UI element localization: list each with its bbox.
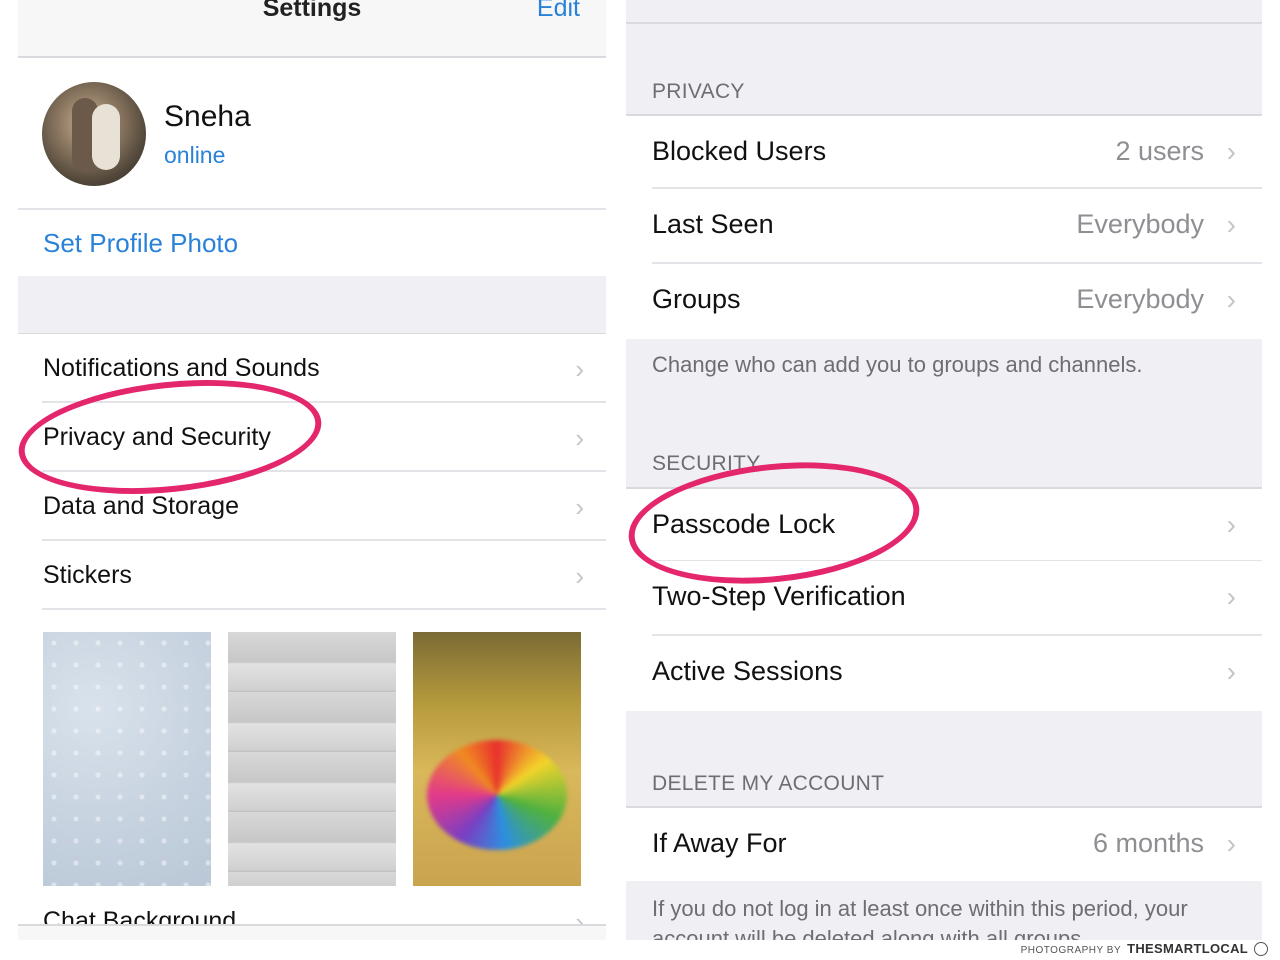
watermark-logo-icon <box>1254 942 1268 956</box>
chevron-right-icon: › <box>575 354 584 384</box>
row-label: Blocked Users <box>652 136 827 166</box>
umbrella-image <box>427 740 567 850</box>
chevron-right-icon: › <box>1226 828 1236 859</box>
menu-item-stickers[interactable]: Stickers › <box>18 541 606 610</box>
set-profile-photo-link[interactable]: Set Profile Photo <box>43 228 238 259</box>
menu-item-label: Stickers <box>43 561 132 589</box>
chevron-right-icon: › <box>1226 581 1236 612</box>
chevron-right-icon: › <box>575 423 584 453</box>
tab-bar[interactable] <box>18 924 606 940</box>
chevron-right-icon: › <box>1226 509 1236 540</box>
chat-background-previews[interactable] <box>18 610 606 895</box>
row-value: Everybody <box>1076 209 1204 239</box>
row-active-sessions[interactable]: Active Sessions › <box>626 636 1262 711</box>
chevron-right-icon: › <box>1226 136 1236 167</box>
watermark-brand: THESMARTLOCAL <box>1127 941 1248 956</box>
menu-item-label: Data and Storage <box>43 492 239 520</box>
row-value: Everybody <box>1076 284 1204 314</box>
section-gap <box>18 276 606 334</box>
chevron-right-icon: › <box>1226 209 1236 240</box>
avatar[interactable] <box>42 82 146 186</box>
row-blocked-users[interactable]: Blocked Users 2 users › <box>626 114 1262 189</box>
profile-row[interactable]: Sneha online <box>18 58 606 208</box>
chevron-right-icon: › <box>1226 656 1236 687</box>
chevron-right-icon: › <box>575 492 584 522</box>
row-label: Last Seen <box>652 209 774 239</box>
watermark-prefix: PHOTOGRAPHY BY <box>1020 945 1122 956</box>
watermark: PHOTOGRAPHY BY THESMARTLOCAL <box>1021 940 1268 956</box>
navigation-bar: Settings Edit <box>18 0 606 58</box>
chevron-right-icon: › <box>1226 284 1236 315</box>
edit-button[interactable]: Edit <box>537 0 580 23</box>
profile-name: Sneha <box>164 100 251 133</box>
row-label: Two-Step Verification <box>652 581 906 611</box>
divider <box>626 22 1262 24</box>
delete-account-footer-note: If you do not log in at least once withi… <box>652 896 1188 940</box>
row-if-away-for[interactable]: If Away For 6 months › <box>626 806 1262 881</box>
wallpaper-umbrella-thumbnail[interactable] <box>413 632 581 886</box>
chevron-right-icon: › <box>575 561 584 591</box>
privacy-security-screen: PRIVACY Blocked Users 2 users › Last See… <box>626 0 1262 940</box>
row-label: Active Sessions <box>652 656 843 686</box>
row-label: Groups <box>652 284 741 314</box>
row-value: 6 months <box>1092 828 1204 858</box>
page-title: Settings <box>262 0 362 22</box>
set-profile-photo-row[interactable]: Set Profile Photo <box>18 208 606 276</box>
row-value: 2 users <box>1115 136 1204 166</box>
row-label: If Away For <box>652 828 787 858</box>
wallpaper-wood-thumbnail[interactable] <box>228 632 396 886</box>
row-groups[interactable]: Groups Everybody › <box>626 264 1262 339</box>
section-header-privacy: PRIVACY <box>652 80 745 103</box>
avatar-figure <box>92 104 120 170</box>
privacy-footer-note: Change who can add you to groups and cha… <box>652 352 1143 377</box>
profile-status: online <box>164 142 226 168</box>
section-header-delete-account: DELETE MY ACCOUNT <box>652 772 885 795</box>
menu-item-label: Notifications and Sounds <box>43 354 320 382</box>
row-last-seen[interactable]: Last Seen Everybody › <box>626 189 1262 264</box>
wallpaper-pattern-thumbnail[interactable] <box>43 632 211 886</box>
